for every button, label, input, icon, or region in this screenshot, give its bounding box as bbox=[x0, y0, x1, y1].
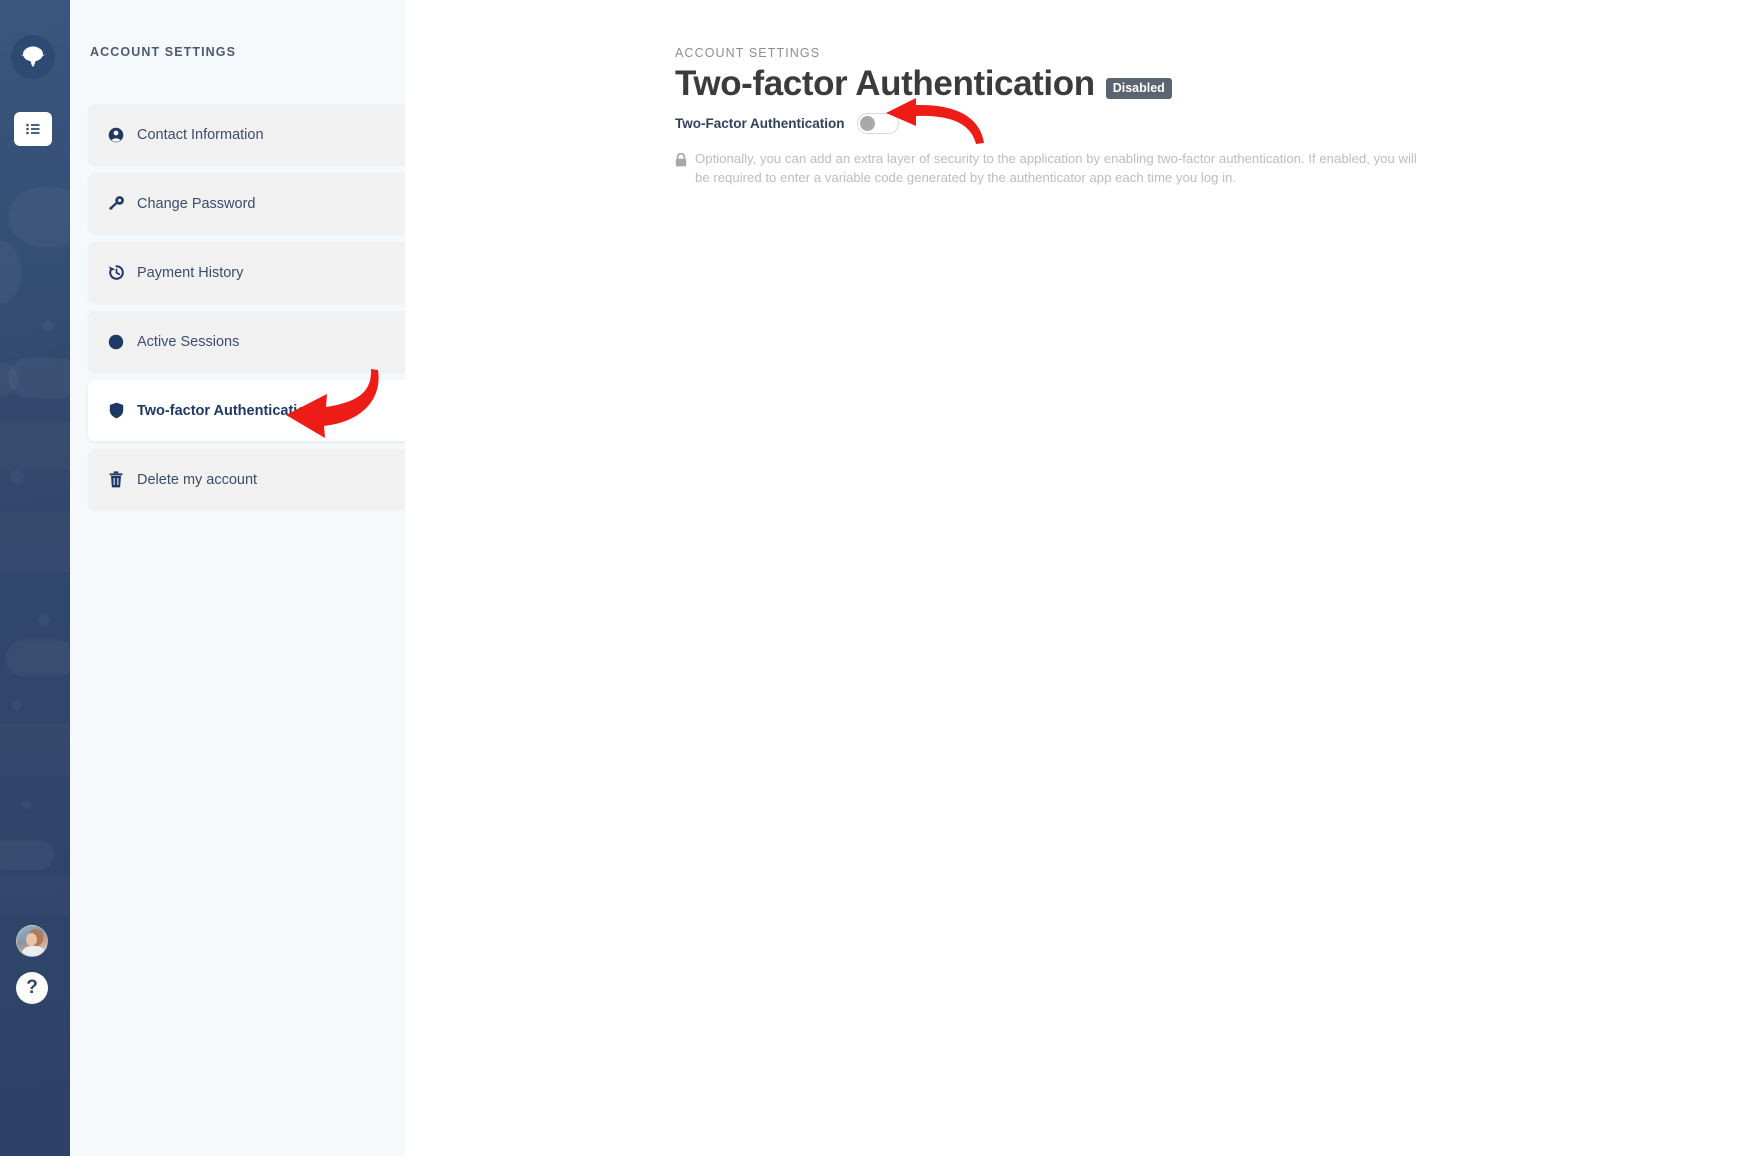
main-content: ACCOUNT SETTINGS Two-factor Authenticati… bbox=[405, 0, 1764, 1156]
user-circle-icon bbox=[106, 127, 126, 143]
sidebar-item-label: Active Sessions bbox=[137, 333, 240, 350]
sidebar-item-label: Two-factor Authentication bbox=[137, 402, 316, 419]
rail-nav-list[interactable] bbox=[14, 112, 52, 146]
account-settings-page: ? ACCOUNT SETTINGS Contact Information C… bbox=[0, 0, 1764, 1156]
planet-logo-icon[interactable] bbox=[11, 35, 55, 79]
rail-decoration-blob bbox=[38, 614, 50, 626]
sidebar-item-active-sessions[interactable]: Active Sessions bbox=[88, 311, 428, 372]
rail-decoration-blob bbox=[0, 240, 22, 304]
sidebar-item-change-password[interactable]: Change Password bbox=[88, 173, 428, 234]
settings-menu-column: ACCOUNT SETTINGS Contact Information Cha… bbox=[70, 0, 428, 1156]
rail-decoration-blob bbox=[10, 470, 24, 484]
sidebar-item-label: Contact Information bbox=[137, 126, 264, 143]
settings-menu-list: Contact Information Change Password Paym… bbox=[88, 104, 428, 518]
status-badge: Disabled bbox=[1105, 77, 1172, 99]
rail-decoration-stripe bbox=[0, 422, 70, 470]
page-title: Two-factor Authentication bbox=[675, 64, 1095, 103]
sidebar-item-label: Payment History bbox=[137, 264, 244, 281]
page-title-row: Two-factor Authentication Disabled bbox=[675, 64, 1172, 104]
avatar-face bbox=[26, 933, 37, 946]
sidebar-item-label: Delete my account bbox=[137, 471, 258, 488]
key-icon bbox=[106, 195, 126, 212]
two-factor-toggle-label: Two-Factor Authentication bbox=[675, 116, 845, 131]
rail-decoration-blob bbox=[6, 640, 70, 676]
rail-decoration-stripe bbox=[0, 512, 70, 572]
rail-decoration-stripe bbox=[0, 876, 70, 916]
lock-icon bbox=[675, 152, 687, 187]
user-avatar[interactable] bbox=[16, 925, 48, 957]
two-factor-description-text: Optionally, you can add an extra layer o… bbox=[695, 151, 1417, 185]
two-factor-toggle-row: Two-Factor Authentication bbox=[675, 113, 899, 134]
sidebar-item-delete-my-account[interactable]: Delete my account bbox=[88, 449, 428, 510]
rail-decoration-blob bbox=[42, 320, 54, 332]
help-button[interactable]: ? bbox=[16, 972, 48, 1004]
breadcrumb: ACCOUNT SETTINGS bbox=[675, 46, 821, 60]
two-factor-description: Optionally, you can add an extra layer o… bbox=[675, 150, 1427, 187]
shield-icon bbox=[106, 402, 126, 419]
toggle-knob bbox=[859, 116, 875, 131]
two-factor-toggle[interactable] bbox=[856, 113, 899, 134]
sidebar-item-payment-history[interactable]: Payment History bbox=[88, 242, 428, 303]
history-icon bbox=[106, 264, 126, 281]
rail-decoration-stripe bbox=[0, 724, 70, 776]
rail-decoration-blob bbox=[8, 186, 70, 248]
globe-icon bbox=[106, 334, 126, 350]
sidebar-item-contact-information[interactable]: Contact Information bbox=[88, 104, 428, 165]
rail-decoration-blob bbox=[12, 700, 22, 710]
rail-decoration-blob bbox=[22, 800, 31, 809]
trash-icon bbox=[106, 471, 126, 488]
settings-menu-title: ACCOUNT SETTINGS bbox=[90, 45, 237, 59]
sidebar-item-two-factor-authentication[interactable]: Two-factor Authentication bbox=[88, 380, 428, 441]
avatar-body bbox=[21, 946, 46, 956]
app-rail: ? bbox=[0, 0, 70, 1156]
rail-decoration-blob bbox=[0, 840, 54, 870]
sidebar-item-label: Change Password bbox=[137, 195, 256, 212]
